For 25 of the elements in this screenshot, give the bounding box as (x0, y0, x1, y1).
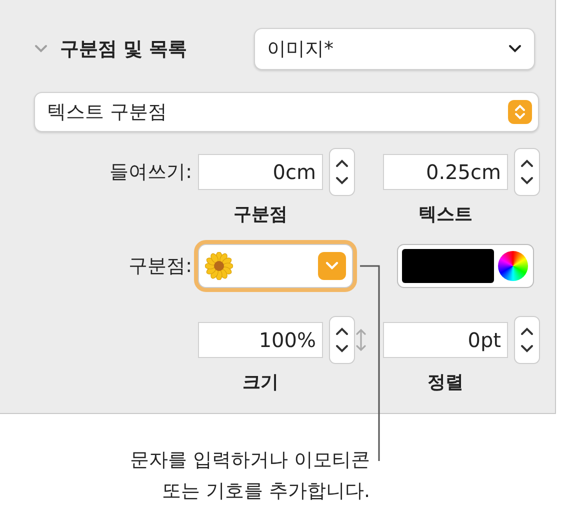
section-title: 구분점 및 목록 (60, 37, 188, 62)
color-well[interactable] (397, 244, 534, 288)
field-caption: 정렬 (426, 371, 464, 394)
color-wheel-icon[interactable] (498, 251, 528, 281)
field-caption: 크기 (242, 371, 280, 394)
input-field[interactable]: 0cm (198, 154, 323, 190)
field-caption: 구분점 (232, 203, 288, 226)
indent-label: 들여쓰기: (108, 160, 193, 185)
field-caption: 텍스트 (418, 203, 474, 226)
bullet-label: 구분점: (128, 254, 193, 279)
input-field[interactable]: 0.25cm (383, 154, 508, 190)
input-field[interactable]: 100% (198, 322, 323, 358)
updown-icon (508, 100, 532, 124)
input-field[interactable]: 0pt (383, 322, 508, 358)
style-popup[interactable]: 이미지* (254, 28, 535, 70)
flower-icon (205, 252, 233, 280)
bullet-type-popup[interactable]: 텍스트 구분점 (34, 92, 539, 132)
stepper[interactable] (514, 316, 540, 364)
chevron-icon (318, 252, 346, 280)
chevron-icon (508, 44, 522, 54)
stepper[interactable] (329, 316, 355, 364)
callout-text: 문자를 입력하거나 이모티콘 또는 기호를 추가합니다. (130, 448, 370, 504)
stepper[interactable] (329, 148, 355, 196)
vertical-arrow-icon (355, 327, 367, 353)
stepper[interactable] (514, 148, 540, 196)
